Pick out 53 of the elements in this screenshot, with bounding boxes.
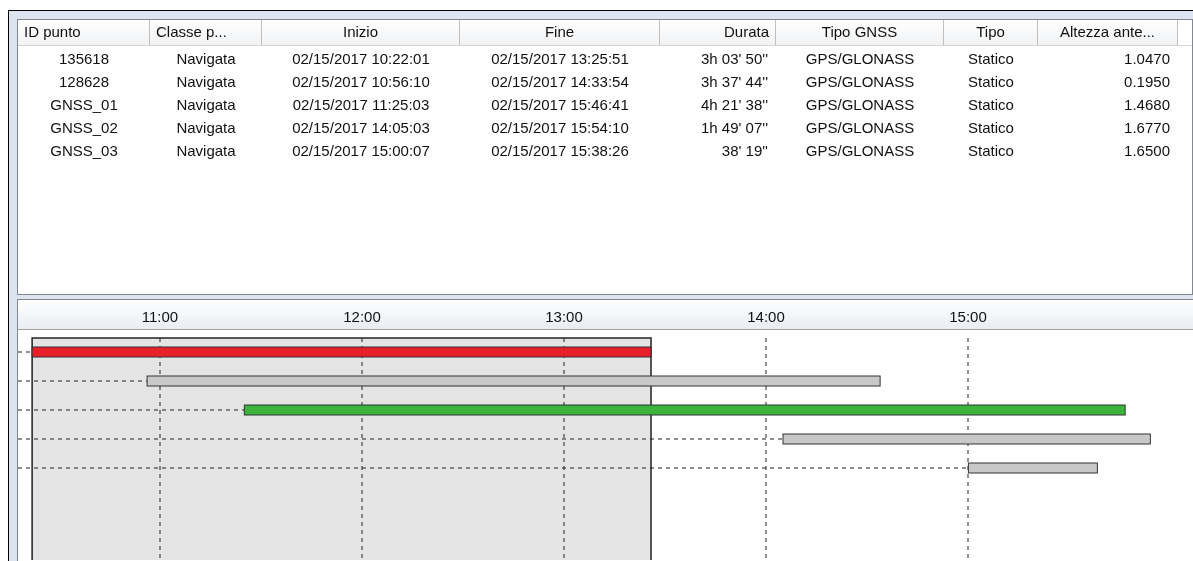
column-header[interactable]: Tipo [944, 20, 1038, 45]
table-cell-text: 1.6770 [1123, 118, 1171, 139]
table-cell-text: 135618 [57, 49, 111, 70]
table-cell-text: Statico [967, 141, 1015, 162]
table-cell-text: 02/15/2017 15:46:41 [490, 95, 630, 116]
table-cell-text: GPS/GLONASS [804, 141, 916, 162]
table-cell-text: 128628 [57, 72, 111, 93]
table-cell-text: 1.0470 [1123, 49, 1171, 70]
table-cell-text: Navigata [175, 141, 237, 162]
table-cell-text: GNSS_03 [49, 141, 119, 162]
time-label: 13:00 [545, 307, 583, 327]
table-cell-text: 02/15/2017 10:22:01 [291, 49, 431, 70]
table-cell-text: 02/15/2017 10:56:10 [291, 72, 431, 93]
column-header[interactable]: ID punto [18, 20, 150, 45]
table-cell-text: Navigata [175, 49, 237, 70]
table-cell-text: 02/15/2017 15:54:10 [490, 118, 630, 139]
table-cell-text: 02/15/2017 15:38:26 [490, 141, 630, 162]
time-label: 14:00 [747, 307, 785, 327]
table-cell-text: 0.1950 [1123, 72, 1171, 93]
table-cell-text: GPS/GLONASS [804, 49, 916, 70]
table-cell-text: GNSS_01 [49, 95, 119, 116]
table-cell-text: 02/15/2017 13:25:51 [490, 49, 630, 70]
table-cell-text: Navigata [175, 118, 237, 139]
column-header[interactable]: Fine [460, 20, 660, 45]
table-cell-text: 1.4680 [1123, 95, 1171, 116]
table-cell-text: 38' 19'' [720, 141, 769, 162]
table-cell-text: 02/15/2017 15:00:07 [291, 141, 431, 162]
table-cell-text: 1h 49' 07'' [700, 118, 769, 139]
table-cell-text: Statico [967, 49, 1015, 70]
time-label: 11:00 [141, 307, 179, 327]
table-cell-text: Statico [967, 72, 1015, 93]
table-cell-text: Statico [967, 95, 1015, 116]
column-header[interactable]: Inizio [262, 20, 460, 45]
table-cell-text: GNSS_02 [49, 118, 119, 139]
table-cell-text: 02/15/2017 14:05:03 [291, 118, 431, 139]
table-cell-text: 3h 37' 44'' [700, 72, 769, 93]
table-cell-text: 02/15/2017 14:33:54 [490, 72, 630, 93]
table-cell-text: 1.6500 [1123, 141, 1171, 162]
table-cell-text: 4h 21' 38'' [700, 95, 769, 116]
table-cell-text: GPS/GLONASS [804, 118, 916, 139]
table-cell-text: GPS/GLONASS [804, 72, 916, 93]
table-cell-text: 3h 03' 50'' [700, 49, 769, 70]
table-cell-text: Statico [967, 118, 1015, 139]
column-header[interactable]: Durata [660, 20, 776, 45]
time-label: 15:00 [949, 307, 987, 327]
table-cell-text: Navigata [175, 72, 237, 93]
table-cell-text: Navigata [175, 95, 237, 116]
table-cell-text: 02/15/2017 11:25:03 [291, 95, 431, 116]
table-cell-text: GPS/GLONASS [804, 95, 916, 116]
column-header[interactable]: Classe p... [150, 20, 262, 45]
column-header[interactable]: Tipo GNSS [776, 20, 944, 45]
time-label: 12:00 [343, 307, 381, 327]
column-header[interactable]: Altezza ante... [1038, 20, 1178, 45]
